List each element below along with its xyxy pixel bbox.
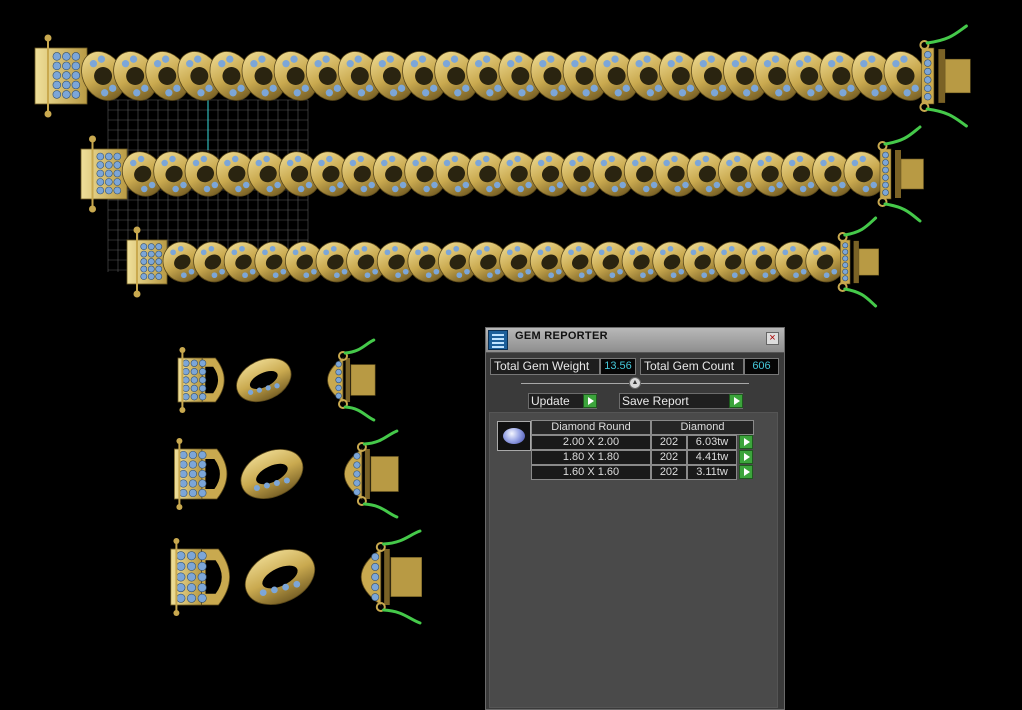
gem-row-size: 1.60 X 1.60 xyxy=(531,465,651,480)
update-button-label: Update xyxy=(531,394,570,408)
gem-row-weight: 4.41tw xyxy=(687,450,737,465)
save-report-button[interactable]: Save Report xyxy=(619,393,743,409)
component-set-large xyxy=(170,529,422,625)
gem-reporter-titlebar[interactable]: GEM REPORTER × xyxy=(486,328,784,353)
bracelet-small xyxy=(126,216,879,308)
gem-row-count: 202 xyxy=(651,450,687,465)
gem-row-count: 202 xyxy=(651,465,687,480)
update-button[interactable]: Update xyxy=(528,393,597,409)
column-header-shape: Diamond Round xyxy=(531,420,651,435)
total-gem-count-value: 606 xyxy=(744,358,779,375)
gem-reporter-app-icon xyxy=(488,330,508,350)
play-arrow-icon[interactable] xyxy=(739,435,753,449)
bracelet-medium xyxy=(80,125,924,223)
play-arrow-icon[interactable] xyxy=(739,450,753,464)
diamond-round-thumbnail[interactable] xyxy=(497,421,531,451)
gem-row-weight: 6.03tw xyxy=(687,435,737,450)
save-report-button-label: Save Report xyxy=(622,394,689,408)
total-gem-count-label: Total Gem Count xyxy=(640,358,744,375)
gem-reporter-title: GEM REPORTER xyxy=(515,330,608,342)
column-header-material: Diamond xyxy=(651,420,754,435)
component-set-medium xyxy=(173,429,399,519)
slider-knob-icon[interactable]: ▲ xyxy=(629,377,641,389)
diamond-icon xyxy=(503,428,525,444)
gem-row-count: 202 xyxy=(651,435,687,450)
play-arrow-icon[interactable] xyxy=(739,465,753,479)
component-set-small xyxy=(177,338,376,422)
play-arrow-icon[interactable] xyxy=(729,394,743,408)
close-icon[interactable]: × xyxy=(766,332,779,345)
gem-row-size: 2.00 X 2.00 xyxy=(531,435,651,450)
total-gem-weight-label: Total Gem Weight xyxy=(490,358,600,375)
bracelet-large xyxy=(34,24,971,128)
gem-row-size: 1.80 X 1.80 xyxy=(531,450,651,465)
gem-list-area: Diamond Round Diamond 2.00 X 2.00 202 6.… xyxy=(489,412,778,708)
gem-row-weight: 3.11tw xyxy=(687,465,737,480)
play-arrow-icon[interactable] xyxy=(583,394,597,408)
total-gem-weight-value: 13.56 xyxy=(600,358,636,375)
gem-reporter-panel: GEM REPORTER × Total Gem Weight 13.56 To… xyxy=(485,327,785,710)
